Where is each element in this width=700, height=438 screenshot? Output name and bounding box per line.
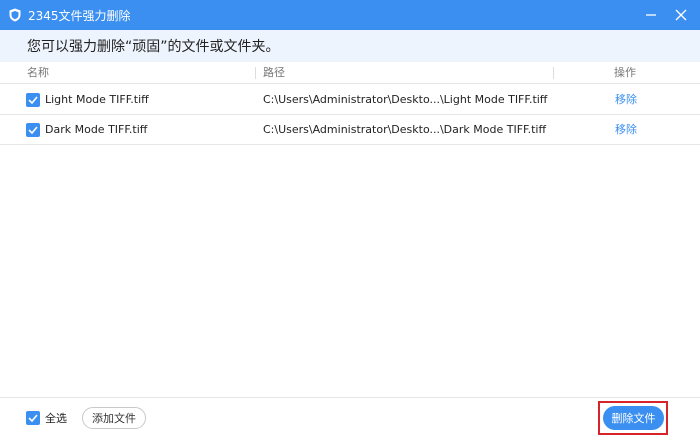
column-divider[interactable] xyxy=(553,67,554,79)
checkmark-icon xyxy=(28,96,38,104)
minimize-button[interactable] xyxy=(636,0,666,30)
close-icon xyxy=(675,6,687,25)
close-button[interactable] xyxy=(666,0,696,30)
remove-link[interactable]: 移除 xyxy=(615,85,637,115)
remove-link[interactable]: 移除 xyxy=(615,115,637,145)
minimize-icon xyxy=(645,6,657,25)
delete-file-button[interactable]: 删除文件 xyxy=(603,406,664,430)
table-header: 名称 路径 操作 xyxy=(0,62,700,84)
file-name: Light Mode TIFF.tiff xyxy=(45,93,149,106)
column-header-path: 路径 xyxy=(263,66,285,79)
row-checkbox[interactable] xyxy=(26,93,40,107)
shield-icon xyxy=(8,7,22,23)
row-checkbox[interactable] xyxy=(26,123,40,137)
file-name: Dark Mode TIFF.tiff xyxy=(45,123,148,136)
title-bar: 2345文件强力删除 xyxy=(0,0,700,30)
column-divider[interactable] xyxy=(255,67,256,79)
file-path: C:\Users\Administrator\Deskto...\Dark Mo… xyxy=(263,123,547,136)
select-all-checkbox[interactable] xyxy=(26,411,40,425)
footer-bar: 全选 添加文件 删除文件 xyxy=(0,397,700,438)
column-header-name: 名称 xyxy=(27,66,49,79)
subheader: 您可以强力删除“顽固”的文件或文件夹。 xyxy=(0,30,700,62)
add-file-button[interactable]: 添加文件 xyxy=(82,407,146,429)
checkmark-icon xyxy=(28,414,38,422)
file-path: C:\Users\Administrator\Deskto...\Light M… xyxy=(263,93,548,106)
table-row: Dark Mode TIFF.tiff C:\Users\Administrat… xyxy=(0,115,700,145)
select-all-label[interactable]: 全选 xyxy=(45,398,67,438)
column-header-action: 操作 xyxy=(614,66,636,79)
window-title: 2345文件强力删除 xyxy=(28,8,131,23)
checkmark-icon xyxy=(28,126,38,134)
subheader-text: 您可以强力删除“顽固”的文件或文件夹。 xyxy=(27,39,280,55)
table-row: Light Mode TIFF.tiff C:\Users\Administra… xyxy=(0,85,700,115)
